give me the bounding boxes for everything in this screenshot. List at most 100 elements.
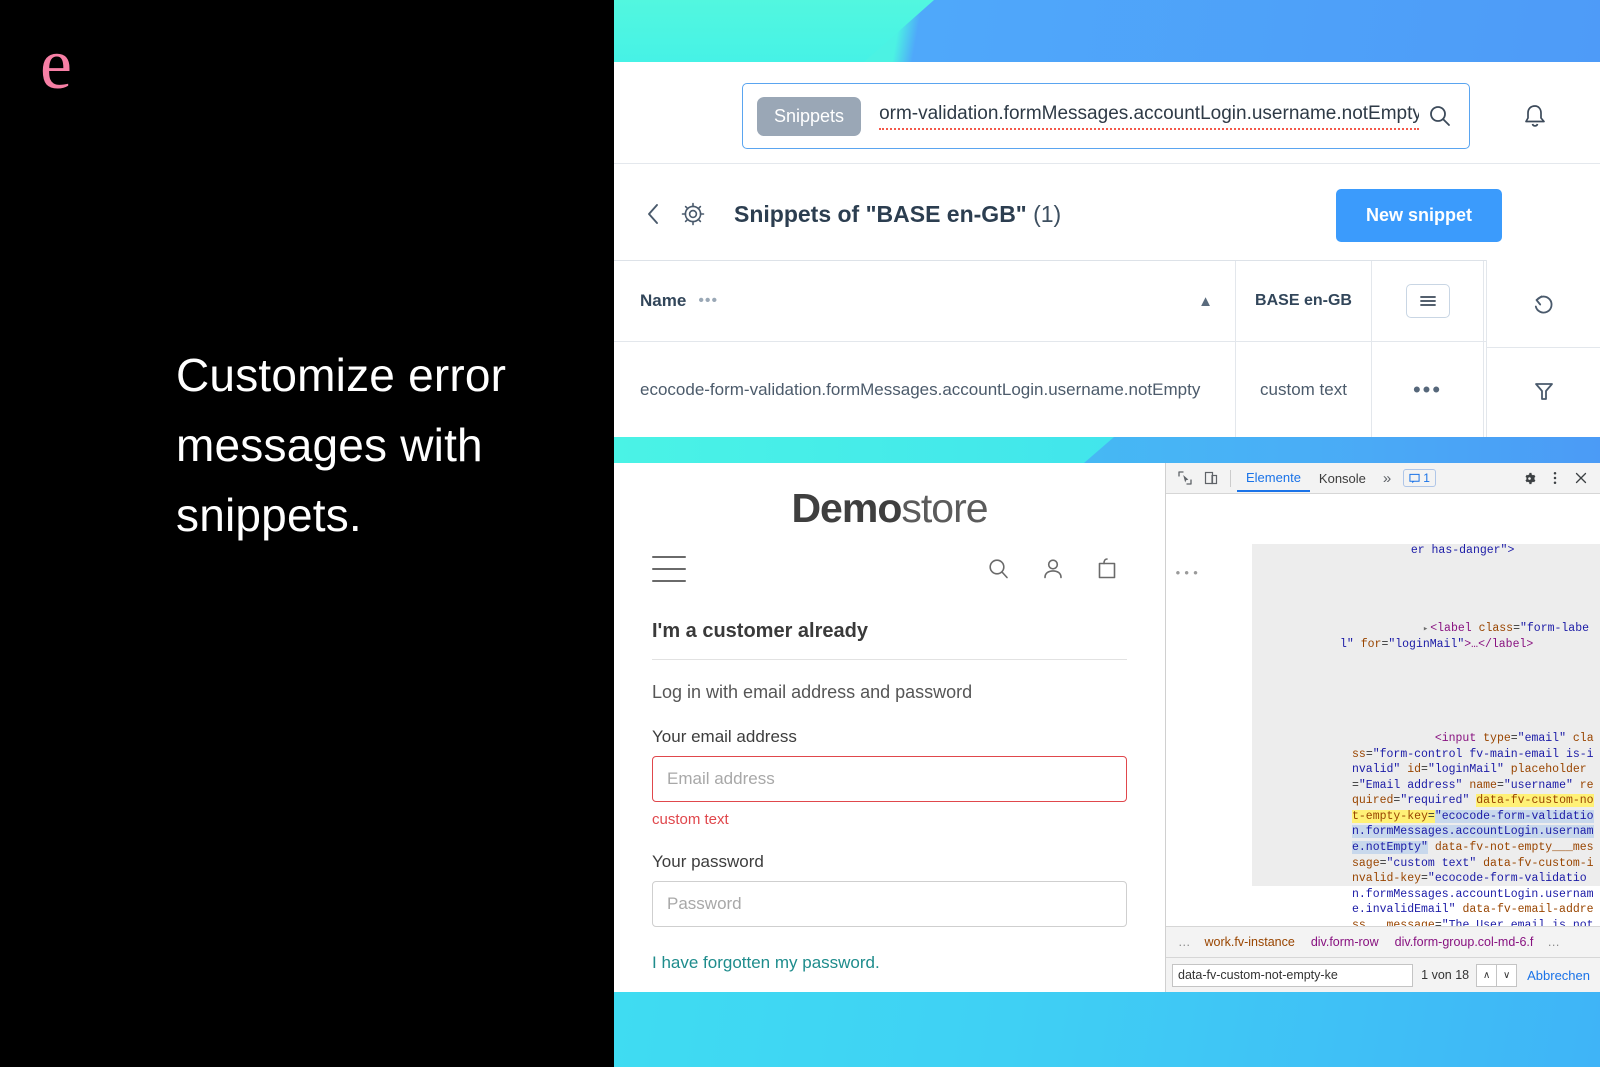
dom-label-val-for: "loginMail"	[1388, 638, 1465, 652]
dom-line-has-danger: er has-danger">	[1252, 527, 1600, 574]
table-header-row: Name ••• ▲ BASE en-GB	[614, 261, 1600, 342]
breadcrumb-item-0[interactable]: work.fv-instance	[1197, 935, 1303, 949]
forgot-password-link[interactable]: I have forgotten my password.	[652, 953, 1127, 973]
column-header-base[interactable]: BASE en-GB	[1236, 261, 1372, 341]
decorative-banner-top	[614, 0, 1600, 62]
breadcrumb-right-ellipsis[interactable]: …	[1541, 935, 1566, 949]
sort-ascending-icon[interactable]: ▲	[1198, 293, 1213, 310]
page-title-count: (1)	[1033, 200, 1062, 227]
page-title: Snippets of "BASE en-GB" (1)	[734, 201, 1061, 228]
dom-label-close: >…</label>	[1464, 638, 1534, 652]
decorative-banner-middle	[614, 437, 1600, 463]
expand-arrow-icon[interactable]: ▸	[1423, 624, 1428, 634]
right-content-column: Snippets orm-validation.formMessages.acc…	[614, 0, 1600, 1067]
column-overflow-icon[interactable]: •••	[698, 292, 718, 310]
dom-input-tag: <input	[1434, 731, 1477, 745]
filter-button[interactable]	[1487, 348, 1600, 436]
cell-snippet-value: custom text	[1236, 342, 1372, 437]
more-tabs-icon[interactable]: »	[1375, 470, 1399, 487]
val-type: "email"	[1517, 731, 1566, 745]
shopping-bag-icon[interactable]	[1087, 552, 1127, 586]
devtools-search-bar: data-fv-custom-not-empty-ke 1 von 18 ∧ ∨…	[1166, 957, 1600, 992]
screenshot-root: e Customize error messages with snippets…	[0, 0, 1600, 1067]
attr-name: name	[1469, 778, 1497, 792]
devtools-settings-gear-icon[interactable]	[1516, 466, 1542, 490]
reset-button[interactable]	[1487, 260, 1600, 348]
table-side-toolbar	[1486, 260, 1600, 437]
tab-elements[interactable]: Elemente	[1237, 464, 1310, 492]
tab-console[interactable]: Konsole	[1310, 465, 1375, 491]
search-input[interactable]: orm-validation.formMessages.accountLogin…	[879, 103, 1419, 130]
val-data-fv-not-empty-message: "custom text"	[1386, 856, 1477, 870]
issues-badge[interactable]: 1	[1403, 469, 1436, 487]
email-field-label: Your email address	[652, 727, 797, 746]
more-vertical-icon[interactable]	[1542, 466, 1568, 490]
val-placeholder: "Email address"	[1358, 778, 1463, 792]
devtools-dom-tree[interactable]: ••• er has-danger"> ▸ <label class="form-…	[1166, 494, 1600, 926]
dom-label-tag: <label	[1430, 621, 1472, 635]
login-subtitle: Log in with email address and password	[652, 682, 973, 702]
page-title-text: Snippets of "BASE en-GB"	[734, 200, 1027, 227]
email-error-message: custom text	[652, 811, 729, 828]
search-prev-button[interactable]: ∧	[1476, 963, 1498, 987]
dom-tree-code: er has-danger"> ▸ <label class="form-labe…	[1252, 494, 1600, 926]
breadcrumb-item-1[interactable]: div.form-row	[1303, 935, 1387, 949]
attr-type: type	[1483, 731, 1511, 745]
devtools-breadcrumb: … work.fv-instance div.form-row div.form…	[1166, 926, 1600, 957]
devtools-search-input[interactable]: data-fv-custom-not-empty-ke	[1172, 963, 1414, 987]
inspect-element-icon[interactable]	[1172, 466, 1198, 490]
demostore-logo: Demostore	[640, 463, 1139, 532]
table-row[interactable]: ecocode-form-validation.formMessages.acc…	[614, 342, 1600, 437]
dom-label-attr-class: class	[1478, 621, 1514, 635]
search-cancel-button[interactable]: Abbrechen	[1527, 968, 1594, 983]
hamburger-menu-icon[interactable]	[652, 556, 686, 582]
gear-icon[interactable]	[678, 199, 708, 229]
notifications-bell-icon[interactable]	[1518, 100, 1552, 134]
promo-headline: Customize error messages with snippets.	[176, 349, 507, 541]
password-field[interactable]: Password	[652, 881, 1127, 927]
list-menu-icon[interactable]	[1405, 284, 1450, 318]
attr-id: id	[1407, 763, 1422, 777]
devtools-panel: Elemente Konsole » 1 ••• er has-danger">…	[1165, 463, 1600, 992]
dom-text-has-danger: er has-danger">	[1410, 543, 1515, 557]
heading-divider	[652, 659, 1127, 660]
demostore-storefront: Demostore I'm a customer already Log in …	[614, 463, 1165, 992]
new-snippet-button[interactable]: New snippet	[1335, 189, 1502, 242]
password-field-label: Your password	[652, 852, 764, 871]
val-required: "required"	[1400, 794, 1470, 808]
search-icon[interactable]	[1425, 101, 1455, 131]
banner-top-teal-shape	[614, 0, 934, 62]
column-header-name-label: Name	[640, 291, 687, 310]
snippets-table: Name ••• ▲ BASE en-GB ecocode-form-valid…	[614, 260, 1600, 437]
val-name: "username"	[1503, 778, 1573, 792]
dom-line-input[interactable]: <input type="email" class="form-control …	[1252, 715, 1600, 926]
toolbar-divider	[1230, 469, 1231, 487]
search-icon[interactable]	[979, 552, 1019, 586]
demostore-logo-bold: Demo	[791, 485, 902, 531]
close-icon[interactable]	[1568, 466, 1594, 490]
gutter-overflow-dots[interactable]: •••	[1174, 566, 1200, 582]
email-field[interactable]: Email address	[652, 756, 1127, 802]
devtools-toolbar: Elemente Konsole » 1	[1166, 463, 1600, 494]
storefront-icon-bar	[640, 552, 1139, 586]
search-scope-pill[interactable]: Snippets	[757, 96, 862, 136]
column-settings-cell[interactable]	[1372, 261, 1484, 341]
devtools-search-count: 1 von 18	[1421, 968, 1470, 982]
dom-line-label[interactable]: ▸ <label class="form-label" for="loginMai…	[1252, 605, 1600, 668]
device-toolbar-icon[interactable]	[1198, 466, 1224, 490]
cell-snippet-name: ecocode-form-validation.formMessages.acc…	[614, 342, 1236, 437]
dom-tree-gutter	[1166, 494, 1252, 926]
login-heading: I'm a customer already	[652, 620, 868, 642]
breadcrumb-item-2[interactable]: div.form-group.col-md-6.f	[1387, 935, 1542, 949]
search-next-button[interactable]: ∨	[1496, 963, 1518, 987]
user-account-icon[interactable]	[1033, 552, 1073, 586]
breadcrumb-left-ellipsis[interactable]: …	[1172, 935, 1197, 949]
chevron-left-icon[interactable]	[640, 200, 668, 228]
issues-count: 1	[1423, 471, 1430, 485]
global-search-bar[interactable]: Snippets orm-validation.formMessages.acc…	[742, 83, 1470, 149]
dom-label-attr-for: for	[1360, 638, 1382, 652]
banner-mid-teal-shape	[614, 437, 1114, 463]
row-actions-icon[interactable]: •••	[1372, 342, 1484, 437]
column-header-name[interactable]: Name ••• ▲	[614, 261, 1236, 341]
demostore-logo-light: store	[901, 485, 988, 531]
